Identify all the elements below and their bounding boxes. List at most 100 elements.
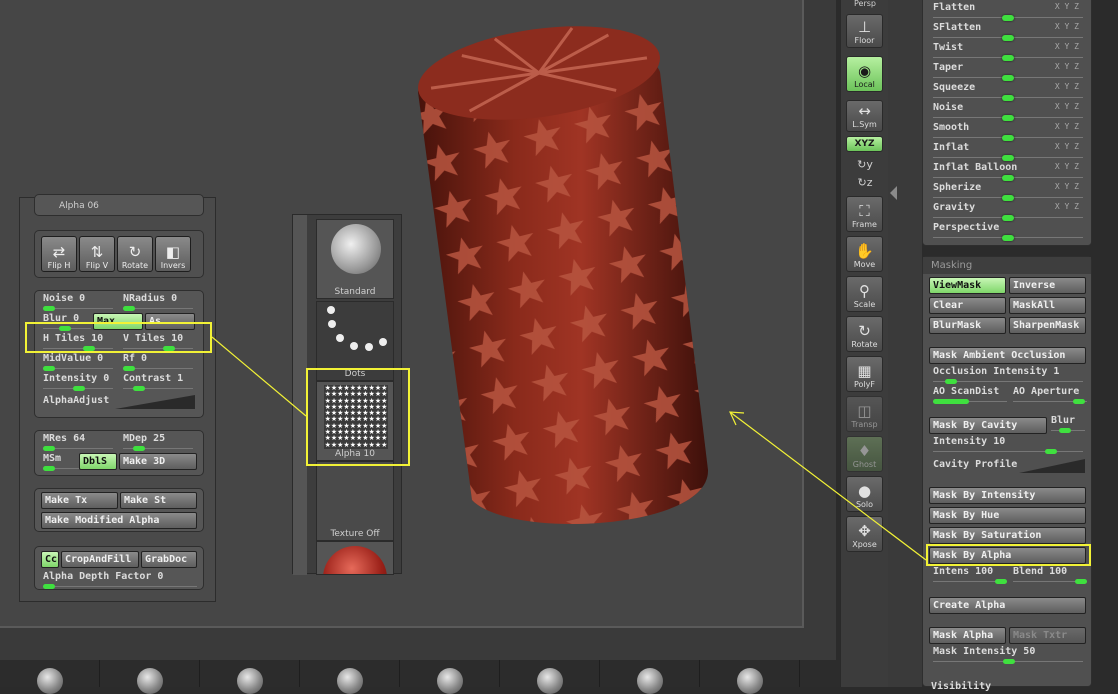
- deformation-slider[interactable]: Inflat Balloon X Y Z: [923, 161, 1091, 181]
- lsym-button[interactable]: ↔ L.Sym: [846, 100, 883, 132]
- alpha-standard[interactable]: Standard: [316, 219, 394, 299]
- intensity-slider[interactable]: Intensity 0: [43, 373, 113, 391]
- ao-aperture-slider[interactable]: AO Aperture: [1013, 386, 1087, 404]
- occlusion-intensity-slider[interactable]: Occlusion Intensity 1: [933, 366, 1083, 384]
- axis-toggles[interactable]: X Y Z: [1055, 162, 1079, 171]
- alpha-depth-factor-slider[interactable]: Alpha Depth Factor 0: [43, 571, 197, 589]
- clear-mask-button[interactable]: Clear: [929, 297, 1006, 314]
- make-st-button[interactable]: Make St: [120, 492, 197, 509]
- noise-slider[interactable]: Noise 0: [43, 293, 113, 311]
- axis-toggles[interactable]: X Y Z: [1055, 182, 1079, 191]
- floor-button[interactable]: ⊥ Floor: [846, 14, 883, 48]
- persp-label[interactable]: Persp: [841, 0, 889, 8]
- brush-thumb[interactable]: [0, 660, 100, 694]
- axis-toggles[interactable]: X Y Z: [1055, 102, 1079, 111]
- rotate-alpha-button[interactable]: ↻ Rotate: [117, 236, 153, 272]
- mdep-slider[interactable]: MDep 25: [123, 433, 193, 451]
- axis-toggles[interactable]: X Y Z: [1055, 42, 1079, 51]
- mask-intensity-slider[interactable]: Mask Intensity 50: [933, 646, 1083, 664]
- scale-button[interactable]: ⚲ Scale: [846, 276, 883, 312]
- midvalue-slider[interactable]: MidValue 0: [43, 353, 113, 371]
- cavity-profile-curve[interactable]: [1019, 457, 1085, 473]
- deformation-slider[interactable]: Noise X Y Z: [923, 101, 1091, 121]
- frame-button[interactable]: ⛶ Frame: [846, 196, 883, 232]
- deformation-slider[interactable]: SFlatten X Y Z: [923, 21, 1091, 41]
- deformation-slider[interactable]: Perspective: [923, 221, 1091, 241]
- axis-toggles[interactable]: X Y Z: [1055, 202, 1079, 211]
- maskall-button[interactable]: MaskAll: [1009, 297, 1086, 314]
- axis-toggles[interactable]: X Y Z: [1055, 62, 1079, 71]
- make-modified-alpha-button[interactable]: Make Modified Alpha: [41, 512, 197, 529]
- strip-scrollbar[interactable]: [293, 215, 307, 575]
- axis-toggles[interactable]: X Y Z: [1055, 122, 1079, 131]
- rf-slider[interactable]: Rf 0: [123, 353, 193, 371]
- blend-slider[interactable]: Blend 100: [1013, 566, 1087, 584]
- deformation-slider[interactable]: Squeeze X Y Z: [923, 81, 1091, 101]
- solo-button[interactable]: ● Solo: [846, 476, 883, 512]
- xyz-button[interactable]: XYZ: [846, 136, 883, 152]
- make-3d-button[interactable]: Make 3D: [119, 453, 197, 470]
- alphaadjust-curve[interactable]: [115, 393, 195, 409]
- create-alpha-button[interactable]: Create Alpha: [929, 597, 1086, 614]
- ghost-button[interactable]: ♦ Ghost: [846, 436, 883, 472]
- contrast-slider[interactable]: Contrast 1: [123, 373, 193, 391]
- polyf-button[interactable]: ▦ PolyF: [846, 356, 883, 392]
- mask-by-saturation-button[interactable]: Mask By Saturation: [929, 527, 1086, 544]
- cropandfill-button[interactable]: CropAndFill: [61, 551, 139, 568]
- brush-thumb[interactable]: [700, 660, 800, 694]
- brush-thumb[interactable]: [200, 660, 300, 694]
- mask-by-intensity-button[interactable]: Mask By Intensity: [929, 487, 1086, 504]
- z-axis-icon[interactable]: ↻z: [841, 176, 889, 189]
- blurmask-button[interactable]: BlurMask: [929, 317, 1006, 334]
- brush-thumb[interactable]: [100, 660, 200, 694]
- mask-alpha-button[interactable]: Mask Alpha: [929, 627, 1006, 644]
- axis-toggles[interactable]: X Y Z: [1055, 22, 1079, 31]
- axis-toggles[interactable]: X Y Z: [1055, 2, 1079, 11]
- mask-by-cavity-button[interactable]: Mask By Cavity: [929, 417, 1047, 434]
- deformation-slider[interactable]: Inflat X Y Z: [923, 141, 1091, 161]
- deformation-slider[interactable]: Smooth X Y Z: [923, 121, 1091, 141]
- ao-scandist-slider[interactable]: AO ScanDist: [933, 386, 1007, 404]
- sharpenmask-button[interactable]: SharpenMask: [1009, 317, 1086, 334]
- mres-slider[interactable]: MRes 64: [43, 433, 113, 451]
- mask-txtr-button[interactable]: Mask Txtr: [1009, 627, 1086, 644]
- rotate-button[interactable]: ↻ Rotate: [846, 316, 883, 352]
- cavity-blur-slider[interactable]: Blur: [1051, 415, 1085, 433]
- deformation-slider[interactable]: Flatten X Y Z: [923, 1, 1091, 21]
- deformation-slider[interactable]: Gravity X Y Z: [923, 201, 1091, 221]
- cc-button[interactable]: Cc: [41, 551, 59, 568]
- axis-toggles[interactable]: X Y Z: [1055, 82, 1079, 91]
- invert-alpha-button[interactable]: ◧ Invers: [155, 236, 191, 272]
- mask-by-hue-button[interactable]: Mask By Hue: [929, 507, 1086, 524]
- local-button[interactable]: ◉ Local: [846, 56, 883, 92]
- texture-off[interactable]: Texture Off: [316, 461, 394, 541]
- deformation-slider[interactable]: Taper X Y Z: [923, 61, 1091, 81]
- transp-button[interactable]: ◫ Transp: [846, 396, 883, 432]
- brush-thumb[interactable]: [300, 660, 400, 694]
- viewmask-button[interactable]: ViewMask: [929, 277, 1006, 294]
- intens-slider[interactable]: Intens 100: [933, 566, 1007, 584]
- mask-ambient-occlusion-button[interactable]: Mask Ambient Occlusion: [929, 347, 1086, 364]
- flip-h-button[interactable]: ⇄ Flip H: [41, 236, 77, 272]
- deformation-slider[interactable]: Spherize X Y Z: [923, 181, 1091, 201]
- material-thumb[interactable]: [316, 541, 394, 575]
- y-axis-icon[interactable]: ↻y: [841, 158, 889, 171]
- brush-thumb[interactable]: [400, 660, 500, 694]
- axis-toggles[interactable]: X Y Z: [1055, 142, 1079, 151]
- dbls-button[interactable]: DblS: [79, 453, 117, 470]
- move-button[interactable]: ✋ Move: [846, 236, 883, 272]
- tray-divider[interactable]: [888, 0, 922, 687]
- grabdoc-button[interactable]: GrabDoc: [141, 551, 197, 568]
- xpose-button[interactable]: ✥ Xpose: [846, 516, 883, 552]
- brush-thumb[interactable]: [600, 660, 700, 694]
- inverse-button[interactable]: Inverse: [1009, 277, 1086, 294]
- msm-slider[interactable]: MSm: [43, 453, 79, 471]
- flip-v-button[interactable]: ⇅ Flip V: [79, 236, 115, 272]
- make-tx-button[interactable]: Make Tx: [41, 492, 118, 509]
- nradius-slider[interactable]: NRadius 0: [123, 293, 193, 311]
- cavity-intensity-slider[interactable]: Intensity 10: [933, 436, 1083, 454]
- deformation-slider[interactable]: Twist X Y Z: [923, 41, 1091, 61]
- brush-thumb[interactable]: [500, 660, 600, 694]
- masking-title[interactable]: Masking: [923, 257, 1091, 274]
- slider-knob[interactable]: [1002, 235, 1014, 241]
